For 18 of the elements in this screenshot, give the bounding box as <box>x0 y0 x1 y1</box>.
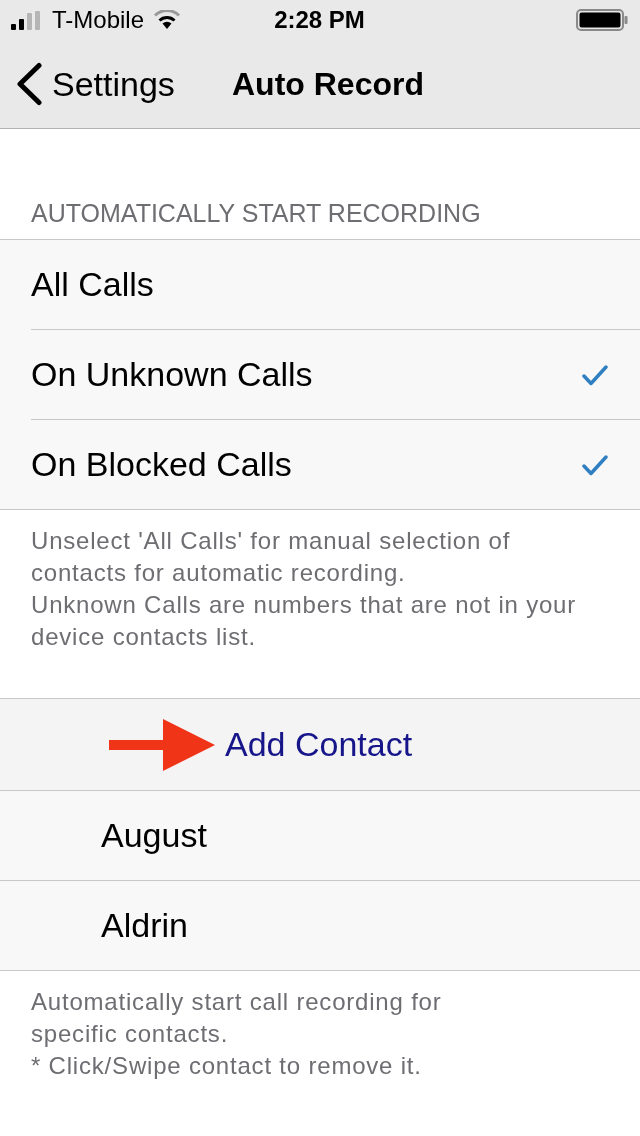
signal-icon <box>11 10 43 30</box>
contact-row[interactable]: August <box>0 791 640 881</box>
option-row[interactable]: All Calls <box>31 240 640 330</box>
section-header: AUTOMATICALLY START RECORDING <box>31 198 481 228</box>
section-footer-text: Automatically start call recording for specific contacts. * Click/Swipe contact to remove it. <box>31 988 442 1079</box>
wifi-icon <box>153 10 182 30</box>
add-contact-button[interactable]: Add Contact <box>225 725 413 764</box>
back-chevron-icon <box>16 62 43 106</box>
option-row[interactable]: On Unknown Calls <box>31 330 640 420</box>
section-footer-text: Unselect 'All Calls' for manual selection of contacts for automatic recording. Unknown Calls are numbers that are not in your device contacts list. <box>31 527 577 650</box>
carrier-name: T-Mobile <box>52 6 145 34</box>
contact-row[interactable]: Aldrin <box>0 881 640 970</box>
back-button[interactable]: Settings <box>16 62 175 106</box>
battery-icon <box>576 9 628 31</box>
screen-title: Auto Record <box>232 65 424 103</box>
arrow-icon <box>109 718 215 771</box>
clock-time: 2:28 PM <box>274 6 365 34</box>
option-row[interactable]: On Blocked Calls <box>31 420 640 509</box>
